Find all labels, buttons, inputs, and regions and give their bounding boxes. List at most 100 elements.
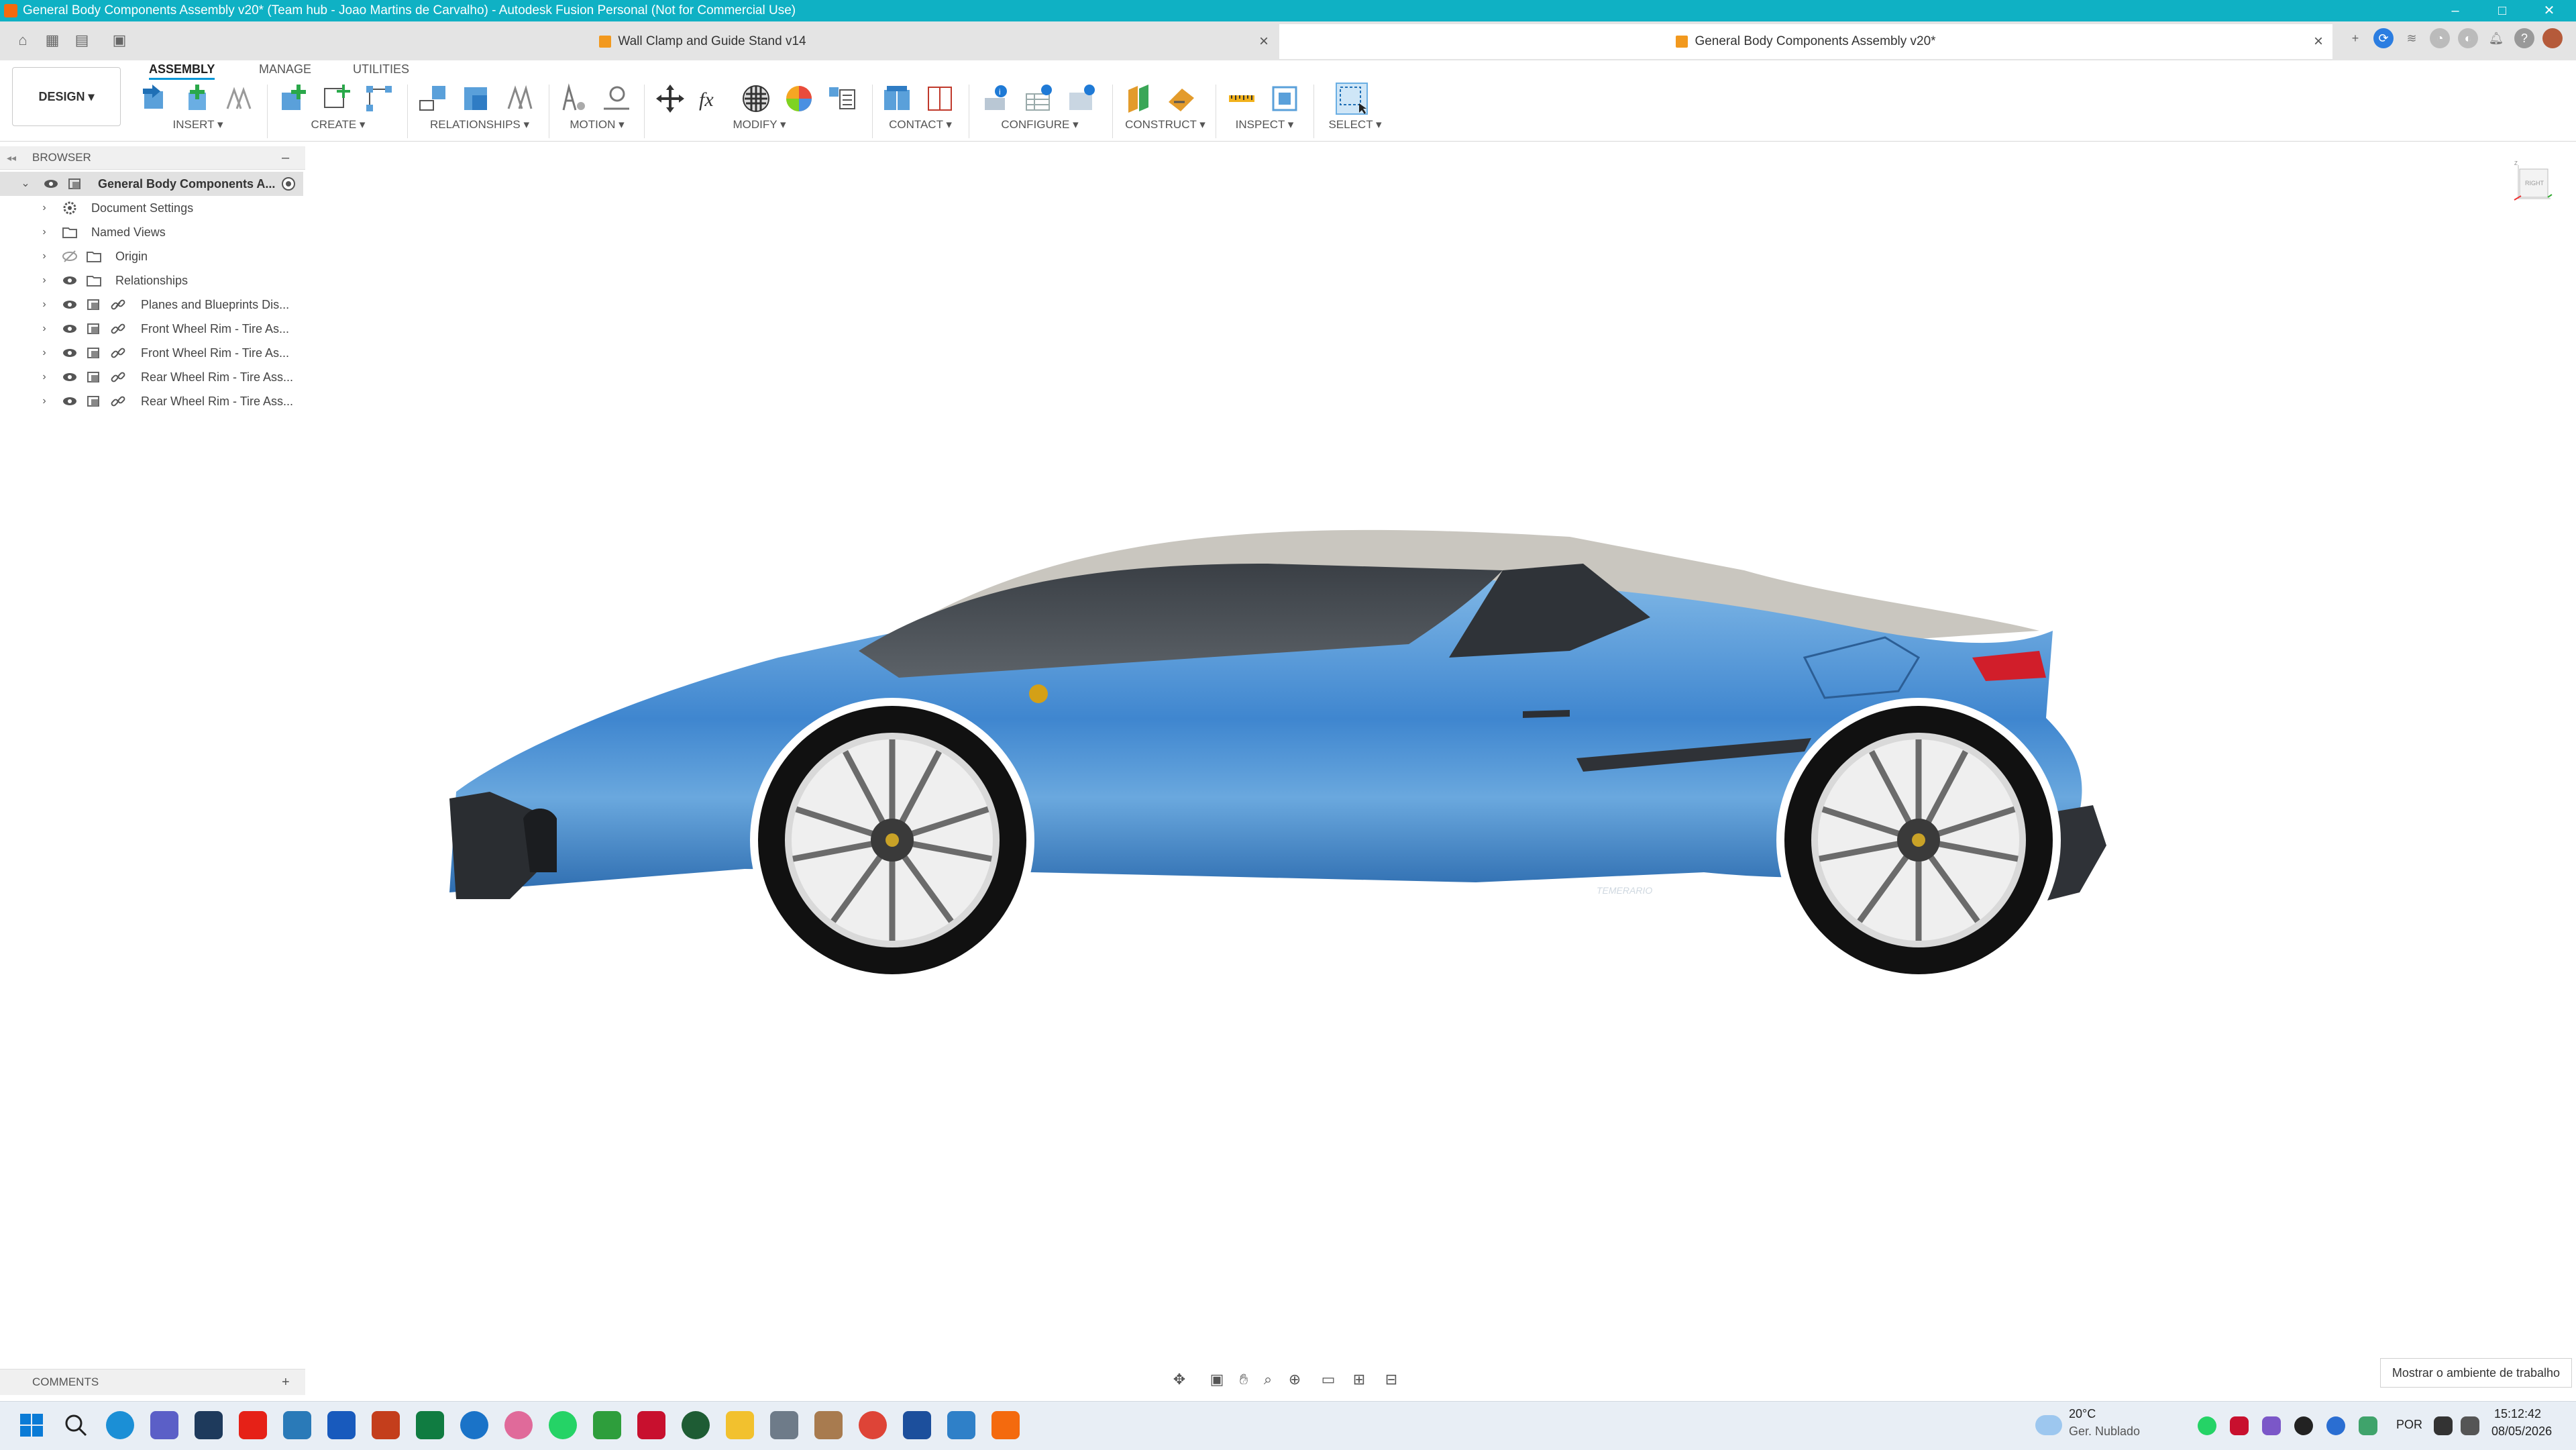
- orbit-icon[interactable]: ✥: [1170, 1370, 1189, 1389]
- avatar[interactable]: [2542, 28, 2563, 48]
- maximize-button[interactable]: □: [2482, 0, 2522, 21]
- clock-date[interactable]: 08/05/2026: [2491, 1425, 2552, 1439]
- tab-assembly[interactable]: ASSEMBLY: [149, 60, 215, 80]
- extensions-icon[interactable]: ⟳: [2373, 28, 2394, 48]
- viewports-icon[interactable]: ⊟: [1382, 1370, 1401, 1389]
- weather-desc[interactable]: Ger. Nublado: [2069, 1425, 2140, 1439]
- tray-adobe-icon[interactable]: [2230, 1416, 2249, 1435]
- chevron-right-icon[interactable]: ›: [38, 220, 51, 244]
- manage-materials-icon[interactable]: [825, 82, 859, 115]
- paint-icon[interactable]: [814, 1411, 843, 1439]
- chevron-down-icon[interactable]: ⌄: [19, 172, 32, 196]
- help-icon[interactable]: ?: [2514, 28, 2534, 48]
- joint-icon[interactable]: [416, 82, 449, 115]
- pan-hand-icon[interactable]: ✋︎: [1234, 1370, 1253, 1389]
- car-model-viewport[interactable]: TEMERARIO: [429, 497, 2281, 993]
- minimize-button[interactable]: –: [2435, 0, 2475, 21]
- visibility-eye-icon[interactable]: [62, 272, 78, 289]
- new-component-icon[interactable]: [276, 82, 310, 115]
- configure-icon[interactable]: i: [979, 82, 1013, 115]
- visibility-eye-icon[interactable]: [62, 297, 78, 313]
- configure-label[interactable]: CONFIGURE ▾: [979, 118, 1100, 132]
- teams-icon[interactable]: [150, 1411, 178, 1439]
- save-icon[interactable]: ▣: [110, 31, 129, 50]
- new-tab-icon[interactable]: +: [2345, 28, 2365, 48]
- rigid-group-icon[interactable]: [502, 82, 535, 115]
- notifications-icon[interactable]: 🔔︎: [2486, 28, 2506, 48]
- enable-contact-icon[interactable]: [880, 82, 914, 115]
- insert-component-icon[interactable]: [180, 82, 214, 115]
- home-icon[interactable]: ⌂: [13, 31, 32, 50]
- browser-collapse-button[interactable]: –: [282, 146, 289, 169]
- chevron-right-icon[interactable]: ›: [38, 293, 51, 317]
- select-label[interactable]: SELECT ▾: [1322, 118, 1389, 132]
- pattern-icon[interactable]: [362, 82, 396, 115]
- fusion-taskbar-icon[interactable]: [991, 1411, 1020, 1439]
- online-status-icon[interactable]: ◔: [2430, 28, 2450, 48]
- tray-security-icon[interactable]: [2359, 1416, 2377, 1435]
- whatsapp-icon[interactable]: [549, 1411, 577, 1439]
- measure-icon[interactable]: [1225, 82, 1258, 115]
- photos-icon[interactable]: [504, 1411, 533, 1439]
- contact-label[interactable]: CONTACT ▾: [880, 118, 961, 132]
- snipping-icon[interactable]: [903, 1411, 931, 1439]
- hidden-eye-icon[interactable]: [62, 248, 78, 264]
- motion-link-icon[interactable]: [600, 82, 633, 115]
- bluetooth-icon[interactable]: [2326, 1416, 2345, 1435]
- comments-panel[interactable]: COMMENTS +: [0, 1369, 305, 1395]
- tab-utilities[interactable]: UTILITIES: [353, 60, 409, 78]
- chevron-right-icon[interactable]: ›: [38, 244, 51, 268]
- visibility-eye-icon[interactable]: [43, 176, 59, 192]
- visibility-eye-icon[interactable]: [62, 393, 78, 409]
- visibility-eye-icon[interactable]: [62, 369, 78, 385]
- browser-item-rear-wheel-2[interactable]: › Rear Wheel Rim - Tire Ass...: [0, 389, 305, 413]
- grid-settings-icon[interactable]: ⊞: [1350, 1370, 1368, 1389]
- remote-desktop-icon[interactable]: [283, 1411, 311, 1439]
- section-analysis-icon[interactable]: [1268, 82, 1301, 115]
- configure-table-icon[interactable]: [1022, 82, 1056, 115]
- browser-item-relationships[interactable]: › Relationships: [0, 268, 305, 293]
- greenapp-icon[interactable]: [593, 1411, 621, 1439]
- parameters-fx-icon[interactable]: fx: [696, 82, 730, 115]
- chevron-right-icon[interactable]: ›: [38, 365, 51, 389]
- zoom-icon[interactable]: ⌕: [1258, 1370, 1277, 1389]
- contact-sets-icon[interactable]: [923, 82, 957, 115]
- browser-item-planes[interactable]: › Planes and Blueprints Dis...: [0, 293, 305, 317]
- look-at-icon[interactable]: ▣: [1208, 1370, 1226, 1389]
- chevron-right-icon[interactable]: ›: [38, 389, 51, 413]
- create-label[interactable]: CREATE ▾: [276, 118, 400, 132]
- insert-mesh-icon[interactable]: [223, 82, 257, 115]
- word-icon[interactable]: [327, 1411, 356, 1439]
- game-icon[interactable]: [682, 1411, 710, 1439]
- browser-item-document-settings[interactable]: › Document Settings: [0, 196, 305, 220]
- visibility-eye-icon[interactable]: [62, 345, 78, 361]
- tab-general-body[interactable]: General Body Components Assembly v20* ×: [1279, 24, 2332, 59]
- modify-label[interactable]: MODIFY ▾: [653, 118, 865, 132]
- browser-item-front-wheel-2[interactable]: › Front Wheel Rim - Tire As...: [0, 341, 305, 365]
- youtube-icon[interactable]: [239, 1411, 267, 1439]
- clock-time[interactable]: 15:12:42: [2494, 1407, 2541, 1421]
- tray-pen-icon[interactable]: [2262, 1416, 2281, 1435]
- job-status-icon[interactable]: ≋: [2402, 28, 2422, 48]
- chevron-right-icon[interactable]: ›: [38, 196, 51, 220]
- display-settings-icon[interactable]: ▭: [1319, 1370, 1338, 1389]
- configure-rule-icon[interactable]: [1065, 82, 1099, 115]
- close-tab-icon[interactable]: ×: [1259, 24, 1269, 59]
- grid-apps-icon[interactable]: ▦: [43, 31, 62, 50]
- physical-material-icon[interactable]: [739, 82, 773, 115]
- tab-wall-clamp[interactable]: Wall Clamp and Guide Stand v14 ×: [127, 24, 1278, 59]
- chrome-icon[interactable]: [859, 1411, 887, 1439]
- sketch-icon[interactable]: [319, 82, 353, 115]
- tray-app-icon[interactable]: [2294, 1416, 2313, 1435]
- chevron-right-icon[interactable]: ›: [38, 317, 51, 341]
- relationships-label[interactable]: RELATIONSHIPS ▾: [416, 118, 543, 132]
- file-explorer-icon[interactable]: [726, 1411, 754, 1439]
- add-comment-button[interactable]: +: [282, 1369, 290, 1395]
- language-indicator[interactable]: POR: [2396, 1418, 2422, 1432]
- adobe-icon[interactable]: [637, 1411, 665, 1439]
- browser-item-rear-wheel-1[interactable]: › Rear Wheel Rim - Tire Ass...: [0, 365, 305, 389]
- window-select-icon[interactable]: [1335, 82, 1368, 115]
- browser-item-origin[interactable]: › Origin: [0, 244, 305, 268]
- close-window-button[interactable]: ✕: [2529, 0, 2569, 21]
- excel-icon[interactable]: [416, 1411, 444, 1439]
